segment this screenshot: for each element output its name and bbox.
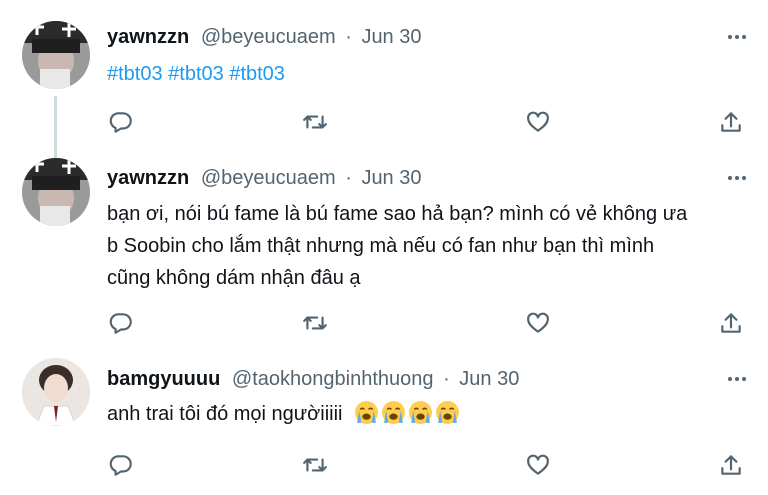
tweet-1[interactable]: yawnzzn @beyeucuaem · Jun 30 #tbt03 #tbt… (0, 0, 768, 166)
like-icon (527, 454, 549, 475)
more-icon[interactable] (724, 369, 750, 389)
dot-separator: · (345, 167, 352, 189)
like-icon (527, 111, 549, 132)
avatar[interactable] (22, 358, 90, 426)
tweet-actions (0, 451, 768, 479)
share-icon (721, 112, 741, 132)
avatar-image (22, 158, 90, 226)
share-button[interactable] (716, 108, 746, 136)
retweet-icon (303, 316, 327, 330)
loudly-crying-face-icon (409, 401, 433, 424)
hashtag-link[interactable]: #tbt03 #tbt03 #tbt03 (107, 63, 285, 85)
username[interactable]: @taokhongbinhthuong (232, 368, 434, 390)
username[interactable]: @beyeucuaem (201, 26, 336, 48)
tweet-actions (0, 108, 768, 136)
tweet-header: yawnzzn @beyeucuaem · Jun 30 (107, 25, 422, 49)
like-icon (527, 312, 549, 333)
reply-icon (109, 313, 132, 334)
loudly-crying-face-icon (436, 401, 460, 424)
more-icon[interactable] (724, 27, 750, 47)
tweet-text-line: b Soobin cho lắm thật nhưng mà nếu có fa… (107, 235, 655, 257)
retweet-button[interactable] (300, 451, 330, 479)
username[interactable]: @beyeucuaem (201, 167, 336, 189)
tweet-header: bamgyuuuu @taokhongbinhthuong · Jun 30 (107, 367, 519, 391)
dot-separator: · (345, 26, 352, 48)
emoji-group (352, 401, 460, 425)
timestamp[interactable]: Jun 30 (459, 368, 519, 390)
share-button[interactable] (716, 451, 746, 479)
retweet-icon (303, 115, 327, 129)
tweet-2[interactable]: yawnzzn @beyeucuaem · Jun 30 bạn ơi, nói… (0, 150, 768, 340)
tweet-text: bạn ơi, nói bú fame là bú fame sao hả bạ… (107, 198, 747, 294)
retweet-button[interactable] (300, 309, 330, 337)
like-button[interactable] (523, 451, 553, 479)
avatar-image (22, 21, 90, 89)
tweet-text-line: bạn ơi, nói bú fame là bú fame sao hả bạ… (107, 203, 688, 225)
avatar[interactable] (22, 21, 90, 89)
reply-icon (109, 455, 132, 476)
more-icon[interactable] (724, 168, 750, 188)
retweet-button[interactable] (300, 108, 330, 136)
tweet-text: #tbt03 #tbt03 #tbt03 (107, 58, 747, 90)
tweet-3[interactable]: bamgyuuuu @taokhongbinhthuong · Jun 30 a… (0, 340, 768, 495)
timestamp[interactable]: Jun 30 (361, 26, 421, 48)
share-icon (721, 313, 741, 333)
dot-separator: · (443, 368, 450, 390)
display-name[interactable]: yawnzzn (107, 26, 189, 48)
share-icon (721, 455, 741, 475)
tweet-actions (0, 309, 768, 337)
avatar[interactable] (22, 158, 90, 226)
reply-button[interactable] (106, 451, 136, 479)
reply-button[interactable] (106, 108, 136, 136)
timestamp[interactable]: Jun 30 (361, 167, 421, 189)
avatar-image (22, 358, 90, 426)
display-name[interactable]: yawnzzn (107, 167, 189, 189)
reply-icon (109, 112, 132, 133)
like-button[interactable] (523, 108, 553, 136)
loudly-crying-face-icon (382, 401, 406, 424)
display-name[interactable]: bamgyuuuu (107, 368, 220, 390)
reply-button[interactable] (106, 309, 136, 337)
like-button[interactable] (523, 309, 553, 337)
tweet-text: anh trai tôi đó mọi ngườiiiii (107, 398, 747, 430)
retweet-icon (303, 458, 327, 472)
tweet-text-line: cũng không dám nhận đâu ạ (107, 267, 361, 289)
loudly-crying-face-icon (355, 401, 379, 424)
tweet-header: yawnzzn @beyeucuaem · Jun 30 (107, 166, 422, 190)
tweet-text-body: anh trai tôi đó mọi ngườiiiii (107, 403, 343, 425)
share-button[interactable] (716, 309, 746, 337)
